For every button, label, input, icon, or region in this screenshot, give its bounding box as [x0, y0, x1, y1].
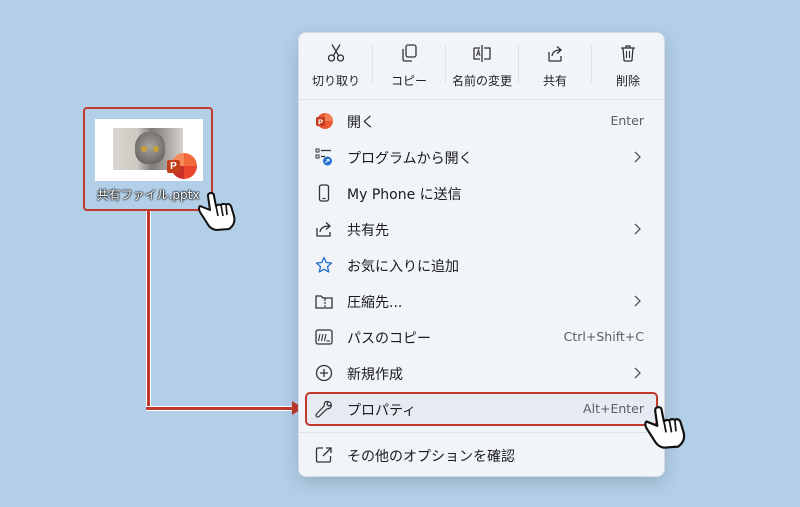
- toolbar-divider: [372, 45, 373, 83]
- menu-toolbar: 切り取り コピー 名前の変更 共有 削除: [299, 33, 664, 99]
- menu-item-label: プログラムから開く: [347, 151, 473, 167]
- open-with-icon: [315, 148, 332, 166]
- menu-item-label: その他のオプションを確認: [347, 449, 515, 465]
- share-icon: [316, 222, 331, 237]
- phone-icon: [318, 184, 330, 202]
- copy-icon: [402, 44, 417, 62]
- menu-item-send-to-phone[interactable]: My Phone に送信: [305, 176, 658, 210]
- menu-item-label: お気に入りに追加: [347, 259, 459, 275]
- powerpoint-icon: P: [167, 153, 197, 179]
- powerpoint-icon: P: [316, 113, 333, 129]
- toolbar-divider: [591, 45, 592, 83]
- menu-item-label: 開く: [347, 115, 375, 131]
- svg-text:P: P: [318, 118, 323, 127]
- plus-circle-icon: [315, 364, 333, 382]
- file-name: 共有ファイル.pptx: [96, 188, 200, 202]
- rename-label: 名前の変更: [451, 74, 512, 88]
- trash-icon: [621, 45, 635, 62]
- menu-item-add-favorite[interactable]: お気に入りに追加: [305, 248, 658, 282]
- chevron-right-icon: [634, 223, 641, 235]
- pointer-hand-icon: [198, 192, 236, 231]
- menu-item-open-with[interactable]: プログラムから開く: [305, 140, 658, 174]
- connector-line: [146, 211, 151, 408]
- chevron-right-icon: [634, 295, 641, 307]
- cut-label: 切り取り: [311, 74, 360, 88]
- menu-item-properties[interactable]: プロパティ Alt+Enter: [305, 392, 658, 426]
- star-icon: [315, 256, 333, 273]
- wrench-icon: [315, 400, 333, 418]
- menu-item-label: My Phone に送信: [347, 187, 462, 203]
- rename-button[interactable]: 名前の変更: [447, 43, 517, 95]
- menu-item-more-options[interactable]: その他のオプションを確認: [305, 438, 658, 472]
- context-menu: 切り取り コピー 名前の変更 共有 削除 P 開く Enter プログラムから開…: [298, 32, 665, 477]
- menu-item-compress[interactable]: 圧縮先...: [305, 284, 658, 318]
- delete-label: 削除: [615, 74, 640, 88]
- menu-item-label: 新規作成: [347, 367, 403, 383]
- menu-item-label: 圧縮先...: [347, 295, 403, 311]
- pointer-hand-icon: [644, 406, 686, 449]
- shortcut-text: Alt+Enter: [583, 401, 644, 416]
- file-tile[interactable]: P 共有ファイル.pptx: [83, 107, 213, 211]
- delete-button[interactable]: 削除: [593, 43, 663, 95]
- copy-path-icon: [315, 329, 333, 345]
- menu-item-open[interactable]: P 開く Enter: [305, 104, 658, 138]
- scissors-icon: [327, 44, 345, 62]
- external-open-icon: [315, 447, 332, 463]
- share-label: 共有: [542, 74, 567, 88]
- menu-divider: [299, 99, 664, 100]
- toolbar-divider: [518, 45, 519, 83]
- shortcut-text: Ctrl+Shift+C: [563, 329, 644, 344]
- cut-button[interactable]: 切り取り: [301, 43, 371, 95]
- menu-item-label: 共有先: [347, 223, 389, 239]
- rename-icon: [473, 45, 491, 62]
- copy-label: コピー: [390, 74, 427, 88]
- menu-item-label: プロパティ: [347, 403, 417, 419]
- share-icon: [548, 46, 562, 62]
- toolbar-divider: [445, 45, 446, 83]
- chevron-right-icon: [634, 367, 641, 379]
- file-thumbnail: P: [95, 119, 203, 181]
- menu-item-copy-path[interactable]: パスのコピー Ctrl+Shift+C: [305, 320, 658, 354]
- shortcut-text: Enter: [610, 113, 644, 128]
- chevron-right-icon: [634, 151, 641, 163]
- menu-item-share-to[interactable]: 共有先: [305, 212, 658, 246]
- zip-folder-icon: [315, 295, 333, 309]
- copy-button[interactable]: コピー: [374, 43, 444, 95]
- share-button[interactable]: 共有: [520, 43, 590, 95]
- connector-line-horizontal: [146, 406, 294, 411]
- menu-item-label: パスのコピー: [347, 331, 431, 347]
- menu-divider: [299, 432, 664, 433]
- menu-item-new[interactable]: 新規作成: [305, 356, 658, 390]
